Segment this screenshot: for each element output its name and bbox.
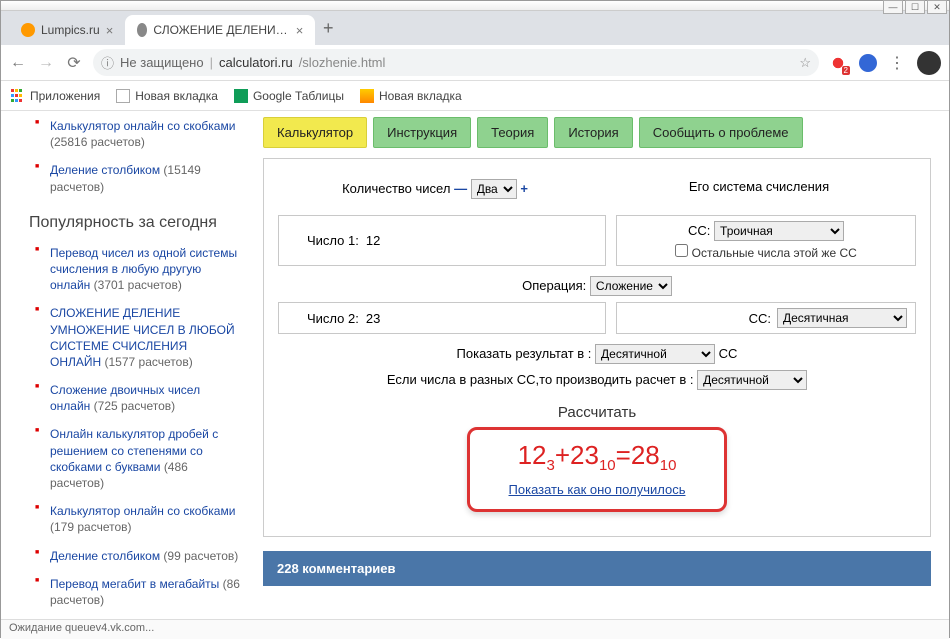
url-host: calculatori.ru [219,55,293,70]
reload-button[interactable]: ⟳ [65,53,83,73]
sidebar-link[interactable]: Калькулятор онлайн со скобками (179 расч… [39,500,241,538]
status-bar: Ожидание queuev4.vk.com... [1,619,949,639]
increase-count-button[interactable]: + [520,181,528,196]
tab-instruction[interactable]: Инструкция [373,117,471,148]
sidebar-link[interactable]: СЛОЖЕНИЕ ДЕЛЕНИЕ УМНОЖЕНИЕ ЧИСЕЛ В ЛЮБОЙ… [39,302,241,373]
sidebar-link[interactable]: Сложение двоичных чисел онлайн (725 расч… [39,379,241,417]
operation-select[interactable]: Сложение [590,276,672,296]
system-header: Его система счисления [689,179,829,194]
count-label: Количество чисел [342,181,450,196]
result-in-label: Показать результат в : [457,346,592,361]
sidebar-link[interactable]: Калькулятор онлайн со скобками (25816 ра… [39,115,241,153]
menu-icon[interactable]: ⋮ [889,53,905,73]
page-icon [116,89,130,103]
browser-toolbar: ← → ⟳ ⓘ Не защищено | calculatori.ru/slo… [1,45,949,81]
star-icon[interactable]: ☆ [799,55,811,71]
bookmark-item[interactable]: Google Таблицы [234,89,344,103]
num2-label: Число 2: [307,311,359,326]
result-in-select[interactable]: Десятичной [595,344,715,364]
diff-cc-select[interactable]: Десятичной [697,370,807,390]
extension-badge: 2 [842,66,850,75]
apps-icon [11,89,25,103]
sidebar-link[interactable]: Перевод чисел из одной системы счисления… [39,242,241,297]
address-bar[interactable]: ⓘ Не защищено | calculatori.ru/slozhenie… [93,49,819,76]
sidebar-link[interactable]: Онлайн калькулятор дробей с решением со … [39,423,241,494]
tab-title: СЛОЖЕНИЕ ДЕЛЕНИЕ УМНОЖЕ [153,23,289,37]
favicon-icon [21,23,35,37]
security-label: Не защищено [120,55,204,70]
decrease-count-button[interactable]: — [454,181,467,196]
minimize-button[interactable]: — [883,0,903,14]
close-icon[interactable]: × [296,23,304,38]
close-icon[interactable]: × [106,23,114,38]
browser-tab-lumpics[interactable]: Lumpics.ru × [9,15,125,45]
profile-avatar[interactable] [917,51,941,75]
calculator-form: Количество чисел — Два + Его система счи… [263,158,931,537]
sidebar-link[interactable]: Деление столбиком (15149 расчетов) [39,159,241,197]
apps-button[interactable]: Приложения [11,89,100,103]
tab-title: Lumpics.ru [41,23,100,37]
diff-cc-label: Если числа в разных СС,то производить ра… [387,372,694,387]
result-box: 123+2310=2810 Показать как оно получилос… [467,427,727,512]
sidebar-link[interactable]: Перевод мегабит в мегабайты (86 расчетов… [39,573,241,611]
bookmark-item[interactable]: Новая вкладка [116,89,218,103]
tab-theory[interactable]: Теория [477,117,548,148]
calculate-heading: Рассчитать [278,404,916,421]
new-tab-button[interactable]: + [315,18,341,39]
same-cc-checkbox[interactable] [675,244,688,257]
num2-input[interactable] [365,310,597,327]
forward-button[interactable]: → [37,54,55,72]
cc-label: СС: [749,311,771,326]
close-window-button[interactable]: ✕ [927,0,947,14]
sidebar-link[interactable]: Деление столбиком (99 расчетов) [39,545,241,567]
sidebar-heading: Популярность за сегодня [29,214,241,232]
sidebar: Калькулятор онлайн со скобками (25816 ра… [1,111,259,619]
maximize-button[interactable]: ☐ [905,0,925,14]
count-select[interactable]: Два [471,179,517,199]
url-path: /slozhenie.html [299,55,386,70]
main-content: Калькулятор Инструкция Теория История Со… [259,111,949,619]
favicon-icon [137,23,147,37]
comments-header[interactable]: 228 комментариев [263,551,931,586]
tab-history[interactable]: История [554,117,632,148]
sheets-icon [234,89,248,103]
tab-strip: Lumpics.ru × СЛОЖЕНИЕ ДЕЛЕНИЕ УМНОЖЕ × + [1,11,949,45]
cc-label: СС: [688,223,710,238]
cc2-select[interactable]: Десятичная [777,308,907,328]
extension-yandex-icon[interactable]: 2 [829,54,847,72]
page-icon [360,89,374,103]
show-how-link[interactable]: Показать как оно получилось [509,482,686,497]
tab-report[interactable]: Сообщить о проблеме [639,117,803,148]
op-label: Операция: [522,278,586,293]
content-tabs: Калькулятор Инструкция Теория История Со… [263,117,931,148]
back-button[interactable]: ← [9,54,27,72]
bookmarks-bar: Приложения Новая вкладка Google Таблицы … [1,81,949,111]
bookmark-item[interactable]: Новая вкладка [360,89,462,103]
num1-label: Число 1: [307,233,359,248]
tab-calculator[interactable]: Калькулятор [263,117,367,148]
result-equation: 123+2310=2810 [484,440,710,474]
cc1-select[interactable]: Троичная [714,221,844,241]
num1-input[interactable] [365,232,597,249]
extension-icon[interactable] [859,54,877,72]
info-icon: ⓘ [101,53,114,72]
browser-tab-calculatori[interactable]: СЛОЖЕНИЕ ДЕЛЕНИЕ УМНОЖЕ × [125,15,315,45]
